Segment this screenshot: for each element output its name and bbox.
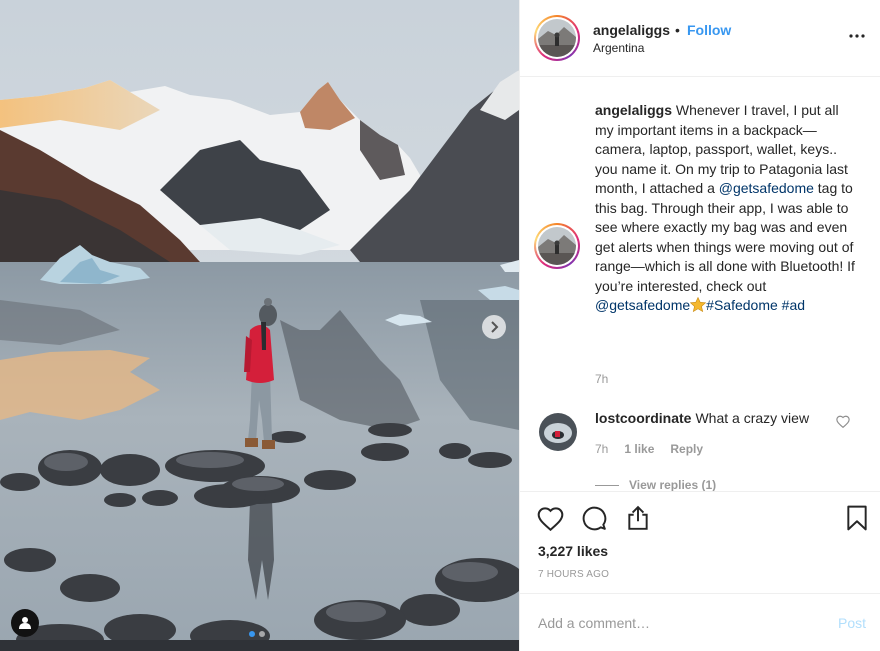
add-comment-input[interactable] <box>538 612 818 634</box>
post-details-panel: angelaliggs • Follow Argentina angelalig… <box>519 0 880 651</box>
follow-button[interactable]: Follow <box>687 22 731 38</box>
comment-text: lostcoordinate What a crazy view <box>595 410 809 426</box>
commenter-avatar[interactable] <box>539 413 577 451</box>
more-options-icon <box>849 34 865 38</box>
save-button[interactable] <box>842 503 872 533</box>
chevron-right-icon <box>491 321 499 333</box>
carousel-indicator <box>249 631 265 637</box>
like-button[interactable] <box>535 503 565 533</box>
replies-divider <box>595 484 619 486</box>
more-options-button[interactable] <box>847 26 867 46</box>
comment-reply-button[interactable]: Reply <box>670 442 703 456</box>
post-location[interactable]: Argentina <box>593 41 644 55</box>
comment-icon <box>582 506 607 531</box>
comment-timestamp: 7h <box>595 442 609 456</box>
star-icon <box>690 297 707 312</box>
comment-like-button[interactable] <box>836 415 852 431</box>
post-timestamp[interactable]: 7 HOURS AGO <box>538 569 609 580</box>
user-tag-icon <box>19 617 31 629</box>
comment-button[interactable] <box>579 503 609 533</box>
likes-count[interactable]: 3,227 likes <box>538 543 608 559</box>
caption-hashtag-2[interactable]: #ad <box>782 297 805 313</box>
carousel-dot-1 <box>249 631 255 637</box>
heart-icon <box>537 506 563 531</box>
add-comment-bar: Post <box>520 593 880 651</box>
post-comment-button[interactable]: Post <box>838 615 866 631</box>
caption-username[interactable]: angelaliggs <box>595 102 672 118</box>
heart-icon <box>836 415 850 429</box>
header-separator: • <box>675 22 680 38</box>
share-button[interactable] <box>623 503 653 533</box>
post-header: angelaliggs • Follow Argentina <box>520 0 880 77</box>
carousel-dot-2 <box>259 631 265 637</box>
view-replies-button[interactable]: View replies (1) <box>595 478 716 491</box>
avatar-image <box>538 227 576 265</box>
caption-hashtag-1[interactable]: #Safedome <box>706 297 778 313</box>
avatar-image <box>539 413 577 451</box>
caption-author-avatar[interactable] <box>534 223 580 269</box>
avatar-image <box>538 19 576 57</box>
next-photo-button[interactable] <box>482 315 506 339</box>
bookmark-icon <box>847 505 867 531</box>
comments-section[interactable]: angelaliggs Whenever I travel, I put all… <box>520 78 880 491</box>
post-photo[interactable] <box>0 0 519 651</box>
comment-body: What a crazy view <box>695 410 810 426</box>
caption-timestamp: 7h <box>595 372 609 386</box>
author-username[interactable]: angelaliggs <box>593 22 670 38</box>
caption-mention-1[interactable]: @getsafedome <box>719 180 814 196</box>
share-icon <box>628 505 648 530</box>
commenter-username[interactable]: lostcoordinate <box>595 410 691 426</box>
author-avatar[interactable] <box>534 15 580 61</box>
user-tag-button[interactable] <box>11 609 39 637</box>
comment-meta: 7h 1 like Reply <box>595 442 703 456</box>
mountain-lake-image <box>0 0 519 651</box>
comment-likes[interactable]: 1 like <box>624 442 654 456</box>
post-caption: angelaliggs Whenever I travel, I put all… <box>595 101 855 316</box>
post-actions: 3,227 likes 7 HOURS AGO <box>520 491 880 593</box>
caption-mention-2[interactable]: @getsafedome <box>595 297 690 313</box>
caption-text-2: tag to this bag. Through their app, I wa… <box>595 180 855 294</box>
view-replies-label: View replies (1) <box>629 478 717 491</box>
